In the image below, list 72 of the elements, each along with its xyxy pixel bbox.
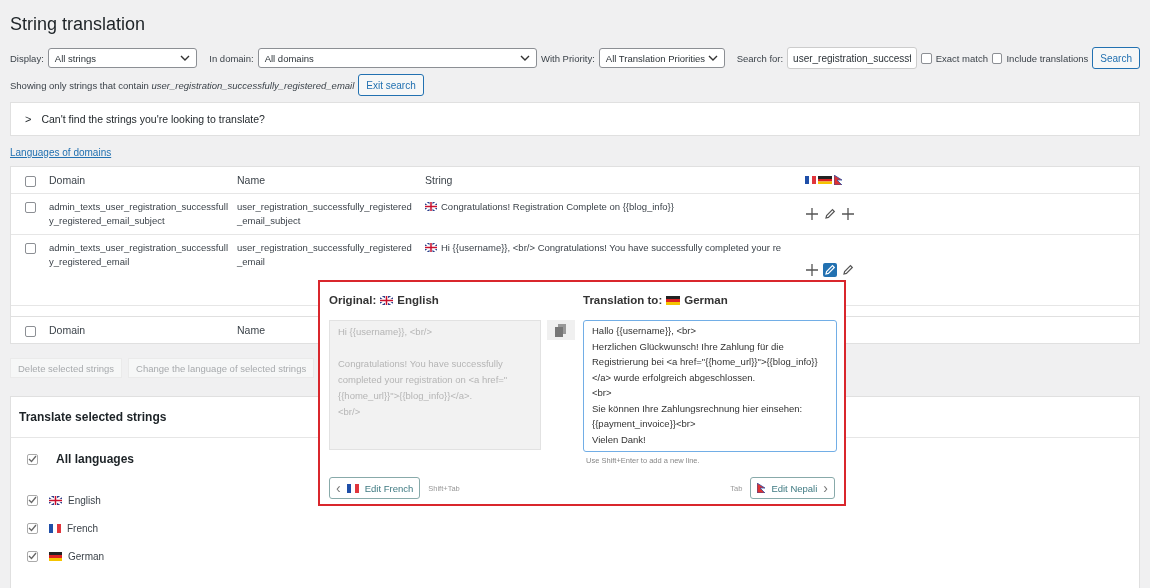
- checkbox[interactable]: [24, 202, 36, 213]
- domain-select[interactable]: All domains: [257, 48, 537, 68]
- flag-icon: [425, 243, 437, 252]
- flag-icon: [346, 483, 359, 493]
- copy-icon: [555, 323, 567, 337]
- edit-nepali-button[interactable]: Edit Nepali ›: [750, 477, 835, 499]
- language-label: English: [68, 494, 101, 506]
- translation-field[interactable]: Hallo {{username}}, <br> Herzlichen Glückwunsch! Ihre Zahlung für die Registrierung bei <a href="{{home_url}}">{{blog_info}}</a> wurde erfolgreich abgeschlossen. <br> Sie können Ihre Zahlungsrechnung hier einsehen: {{payment_invoice}}<br> Vielen Dank!: [583, 320, 837, 452]
- display-select[interactable]: All strings: [47, 48, 198, 68]
- priority-label: With Priority:: [541, 52, 595, 64]
- add-icon[interactable]: [841, 207, 855, 221]
- checkbox[interactable]: [24, 243, 36, 254]
- string-text: Hi {{username}}, <br/> Congratulations! You have successfully completed your re: [441, 241, 782, 255]
- language-label: German: [68, 550, 105, 562]
- flag-icon: [380, 295, 394, 305]
- table-cell-text: admin_texts_user_registration_successfully_registered_email_subject: [49, 200, 229, 228]
- caret-icon: >: [25, 113, 32, 125]
- help-text: Can't find the strings you're looking to translate?: [41, 113, 265, 125]
- flag-icon: [818, 176, 832, 184]
- domain-label: In domain:: [209, 52, 254, 64]
- flag-icon: [49, 551, 62, 561]
- languages-link[interactable]: Languages of domains: [10, 147, 112, 158]
- pencil-icon[interactable]: [823, 207, 837, 221]
- include-translations-label: Include translations: [1006, 52, 1089, 64]
- column-header: String: [425, 173, 454, 187]
- flag-icon: [834, 175, 842, 185]
- search-notice: Showing only strings that contain user_registration_successfully_registered_email: [10, 79, 355, 91]
- checkbox[interactable]: [27, 522, 38, 534]
- priority-select[interactable]: All Translation Priorities: [598, 48, 725, 68]
- help-panel[interactable]: > Can't find the strings you're looking to translate?: [10, 102, 1140, 136]
- flag-icon: [49, 495, 62, 505]
- add-icon[interactable]: [805, 207, 819, 221]
- pencil-icon[interactable]: [841, 263, 855, 277]
- chevron-icon: [707, 55, 718, 61]
- checkbox[interactable]: [921, 52, 932, 64]
- string-text: Congratulations! Registration Complete on {{blog_info}}: [441, 200, 674, 214]
- exact-match-label: Exact match: [935, 52, 988, 64]
- chevron-icon: [180, 55, 191, 61]
- page-title: String translation: [10, 13, 147, 36]
- copy-button[interactable]: [547, 320, 575, 340]
- original-language: English: [397, 294, 439, 306]
- add-icon[interactable]: [805, 263, 819, 277]
- edit-french-button[interactable]: ‹ Edit French: [329, 477, 421, 499]
- checkbox[interactable]: [24, 325, 36, 337]
- exit-search-button[interactable]: Exit search: [358, 74, 424, 96]
- flag-icon: [49, 523, 61, 533]
- search-button[interactable]: Search: [1092, 47, 1140, 69]
- table-cell-text: user_registration_successfully_registered_email_subject: [237, 200, 413, 228]
- column-header: Name: [237, 324, 265, 336]
- search-label: Search for:: [736, 52, 784, 64]
- flag-icon: [666, 295, 681, 305]
- checkbox[interactable]: [991, 52, 1003, 64]
- translation-label: Translation to:: [583, 294, 663, 306]
- original-label: Original:: [329, 294, 377, 306]
- checkbox[interactable]: [27, 453, 38, 465]
- all-languages-label: All languages: [56, 452, 135, 466]
- column-header: Name: [237, 173, 266, 187]
- table-cell-text: admin_texts_user_registration_successfully_registered_email: [49, 241, 229, 269]
- checkbox[interactable]: [27, 550, 38, 562]
- language-label: French: [67, 522, 99, 534]
- translation-language: German: [684, 294, 728, 306]
- flag-icon: [425, 202, 437, 211]
- chevron-icon: [520, 55, 530, 61]
- table-cell-text: user_registration_successfully_registered_email: [237, 241, 413, 269]
- pencil-icon[interactable]: [823, 263, 837, 277]
- checkbox[interactable]: [27, 494, 38, 506]
- display-label: Display:: [10, 52, 44, 64]
- flag-icon: [757, 483, 766, 493]
- column-header: Domain: [49, 324, 86, 336]
- checkbox[interactable]: [24, 175, 36, 187]
- column-header: Domain: [49, 173, 87, 187]
- flag-icon: [805, 176, 816, 184]
